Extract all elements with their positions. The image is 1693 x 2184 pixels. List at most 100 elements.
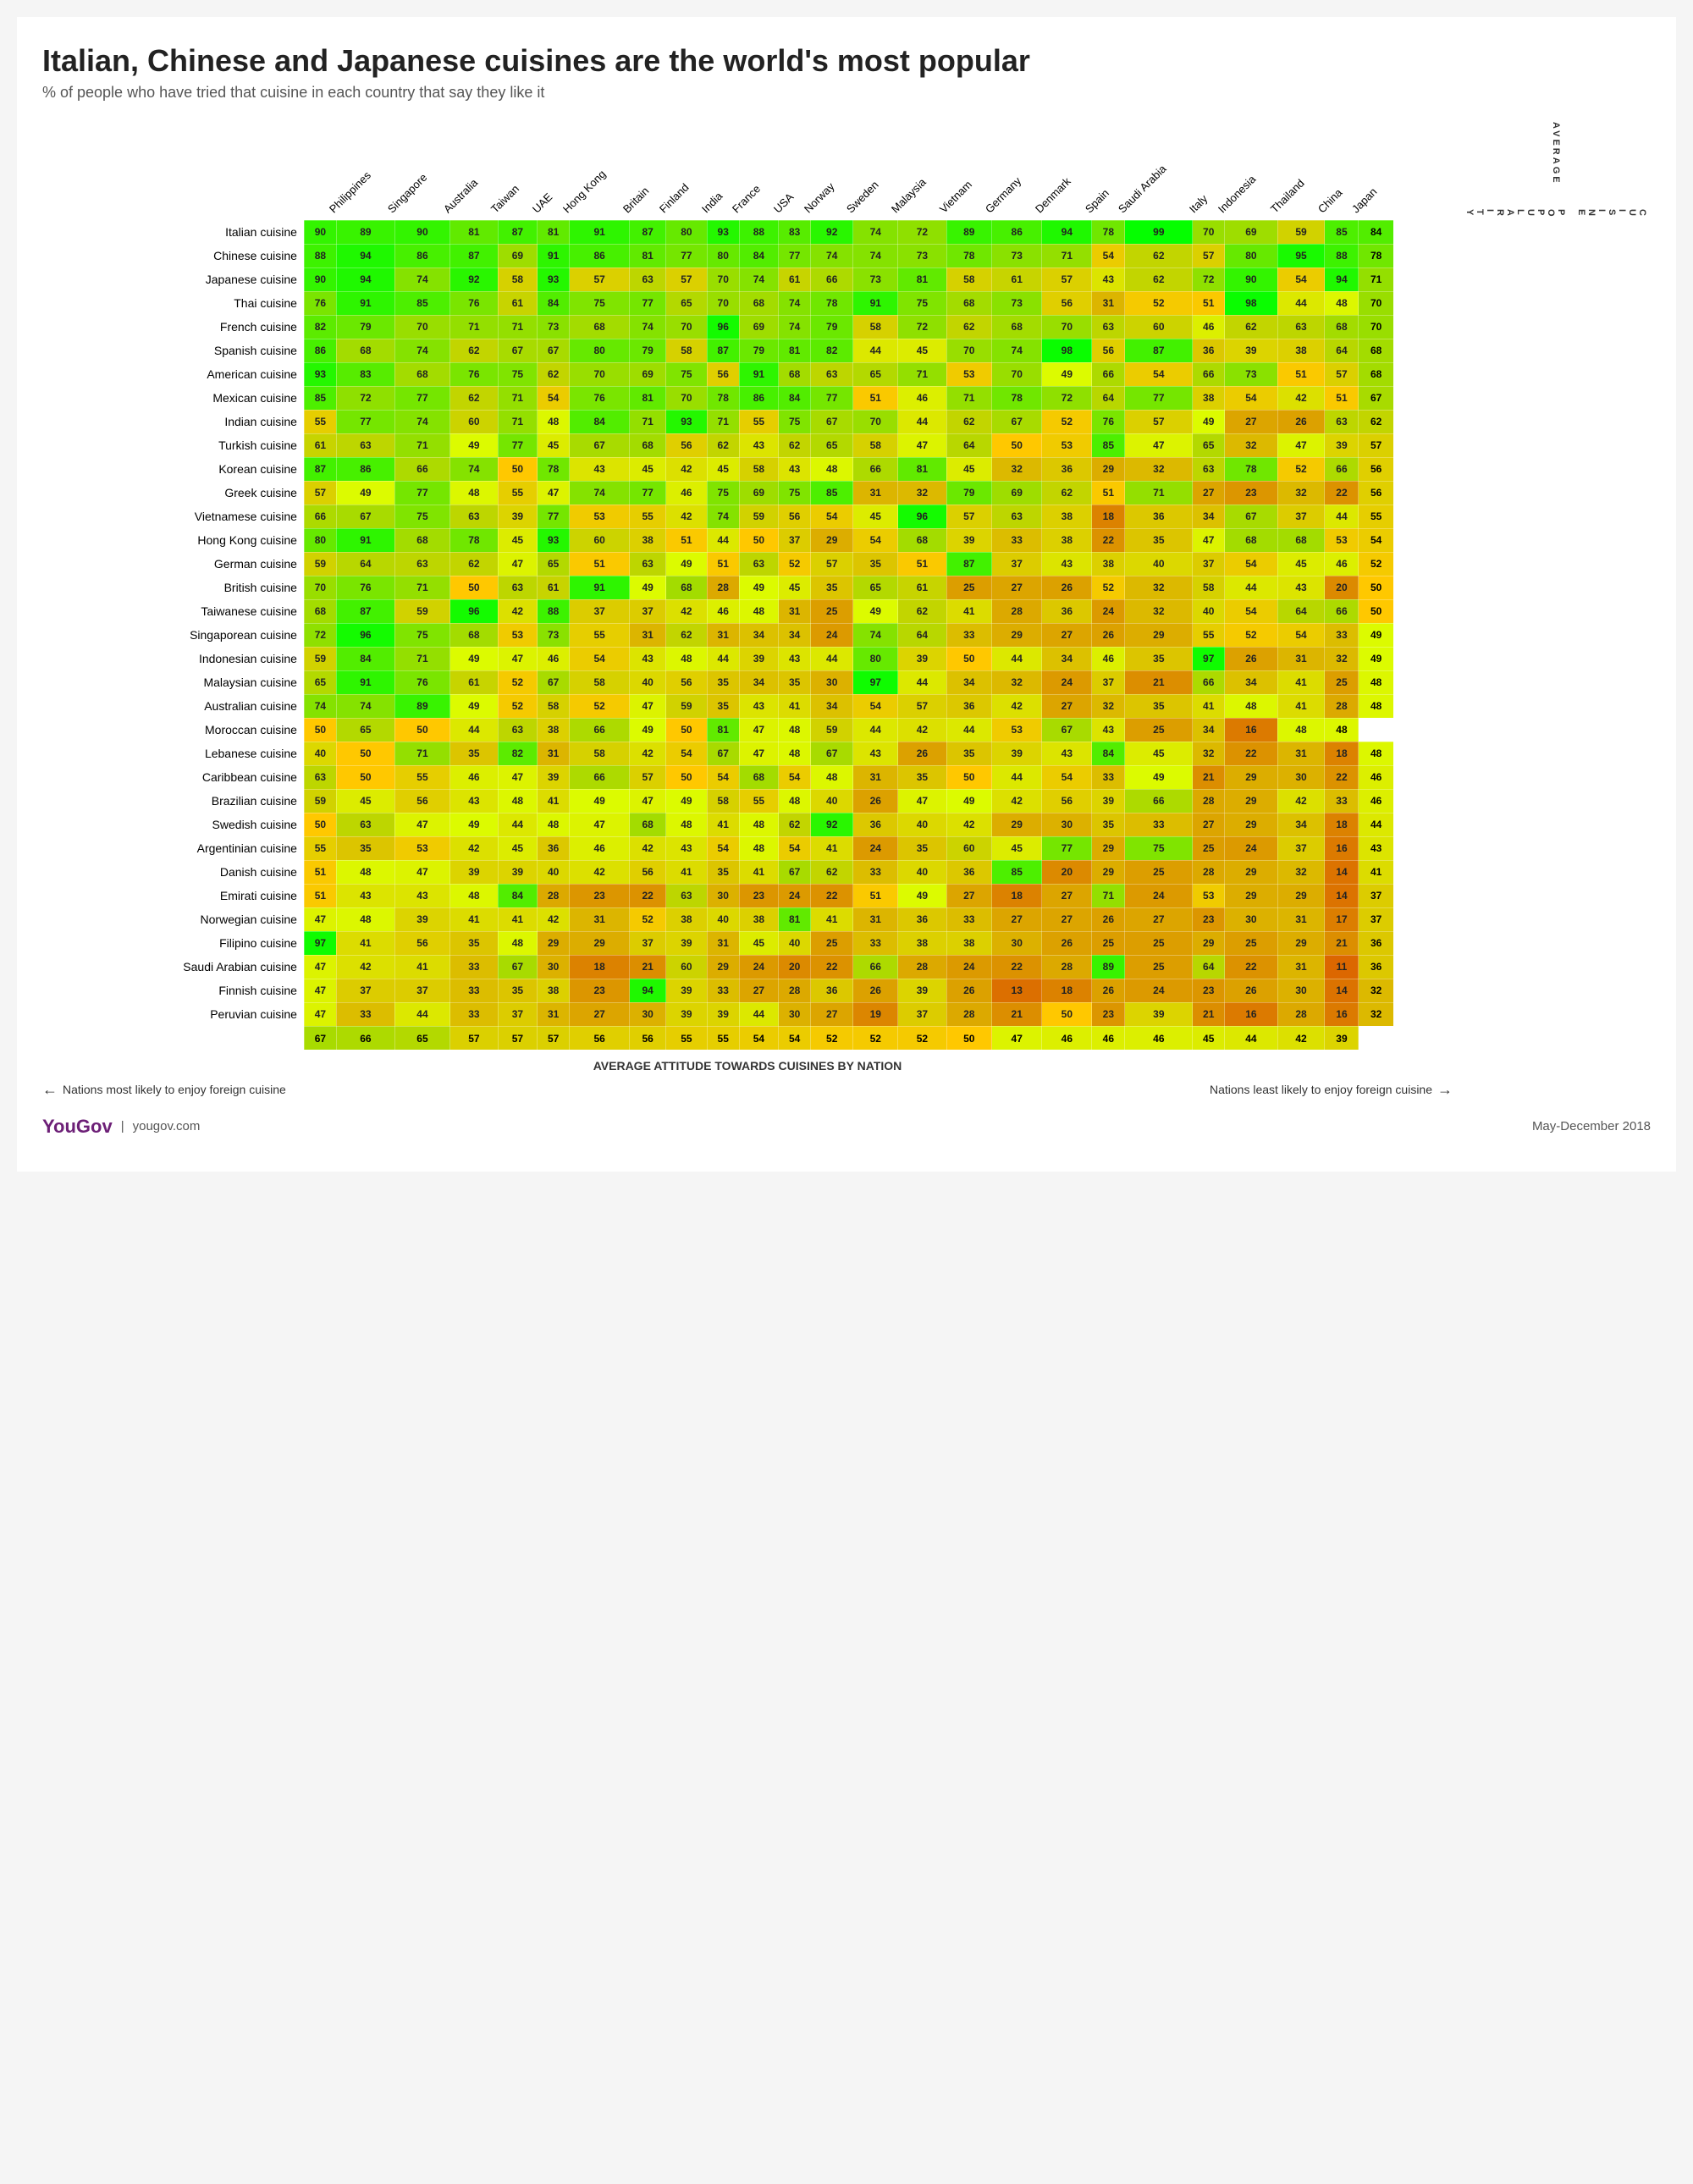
data-cell: 28	[1193, 860, 1225, 884]
data-cell: 26	[853, 789, 898, 813]
data-cell: 62	[1225, 315, 1277, 339]
data-cell: 47	[394, 860, 449, 884]
data-cell: 58	[570, 742, 630, 765]
data-cell: 36	[853, 813, 898, 836]
data-cell: 91	[570, 576, 630, 599]
yougov-url: yougov.com	[133, 1119, 201, 1133]
data-cell: 66	[1092, 362, 1125, 386]
data-cell: 53	[498, 623, 537, 647]
data-cell: 76	[450, 291, 499, 315]
data-cell: 23	[570, 979, 630, 1002]
footer-cell: 46	[1092, 1026, 1125, 1050]
data-cell: 44	[1225, 576, 1277, 599]
data-cell: 25	[946, 576, 991, 599]
data-cell: 74	[394, 410, 449, 433]
data-cell: 70	[304, 576, 336, 599]
data-cell: 78	[992, 386, 1042, 410]
data-cell: 98	[1042, 339, 1092, 362]
row-label: Italian cuisine	[42, 220, 304, 244]
data-cell: 38	[898, 931, 946, 955]
data-cell: 49	[336, 481, 394, 505]
data-cell: 44	[898, 410, 946, 433]
legend-left: Nations most likely to enjoy foreign cui…	[42, 1081, 286, 1099]
data-cell: 42	[1277, 386, 1325, 410]
data-cell: 96	[336, 623, 394, 647]
data-cell: 71	[630, 410, 666, 433]
data-cell: 73	[538, 315, 570, 339]
data-cell: 74	[450, 457, 499, 481]
avg-cell: 50	[1359, 599, 1393, 623]
data-cell: 48	[739, 599, 778, 623]
data-cell: 96	[898, 505, 946, 528]
data-cell: 77	[811, 386, 853, 410]
data-cell: 44	[1325, 505, 1359, 528]
data-cell: 39	[498, 505, 537, 528]
data-cell: 86	[739, 386, 778, 410]
data-cell: 54	[707, 765, 739, 789]
data-cell: 92	[811, 220, 853, 244]
data-cell: 54	[1225, 386, 1277, 410]
data-cell: 72	[898, 220, 946, 244]
data-cell: 41	[739, 860, 778, 884]
data-cell: 37	[1277, 505, 1325, 528]
data-cell: 70	[992, 362, 1042, 386]
data-cell: 54	[1042, 765, 1092, 789]
data-cell: 72	[336, 386, 394, 410]
data-cell: 51	[304, 884, 336, 907]
table-row: Australian cuisine7474894952585247593543…	[42, 694, 1453, 718]
data-cell: 25	[1225, 931, 1277, 955]
data-cell: 34	[1193, 718, 1225, 742]
data-cell: 43	[394, 884, 449, 907]
data-cell: 39	[538, 765, 570, 789]
data-cell: 89	[1092, 955, 1125, 979]
data-cell: 61	[450, 670, 499, 694]
data-cell: 96	[450, 599, 499, 623]
row-label: Taiwanese cuisine	[42, 599, 304, 623]
data-cell: 70	[666, 315, 708, 339]
data-cell: 38	[1193, 386, 1225, 410]
data-cell: 65	[853, 362, 898, 386]
data-cell: 53	[1042, 433, 1092, 457]
data-cell: 33	[853, 931, 898, 955]
data-cell: 50	[450, 576, 499, 599]
table-row: Spanish cuisine8668746267678079588779818…	[42, 339, 1453, 362]
table-row: Swedish cuisine5063474944484768484148629…	[42, 813, 1453, 836]
data-cell: 44	[853, 339, 898, 362]
data-cell: 77	[1125, 386, 1193, 410]
data-cell: 24	[946, 955, 991, 979]
data-cell: 51	[707, 552, 739, 576]
data-cell: 79	[946, 481, 991, 505]
data-cell: 84	[336, 647, 394, 670]
footer-cell: 66	[336, 1026, 394, 1050]
data-cell: 97	[304, 931, 336, 955]
data-cell: 39	[450, 860, 499, 884]
row-label: French cuisine	[42, 315, 304, 339]
data-cell: 81	[779, 339, 811, 362]
data-cell: 51	[304, 860, 336, 884]
data-cell: 26	[853, 979, 898, 1002]
data-cell: 45	[898, 339, 946, 362]
data-cell: 52	[630, 907, 666, 931]
data-cell: 81	[450, 220, 499, 244]
data-cell: 30	[538, 955, 570, 979]
data-cell: 57	[811, 552, 853, 576]
data-cell: 24	[811, 623, 853, 647]
data-cell: 48	[336, 907, 394, 931]
data-cell: 71	[394, 576, 449, 599]
data-cell: 44	[992, 765, 1042, 789]
data-cell: 47	[304, 907, 336, 931]
data-cell: 61	[498, 291, 537, 315]
data-cell: 33	[450, 979, 499, 1002]
row-label: Vietnamese cuisine	[42, 505, 304, 528]
avg-cell: 52	[1359, 552, 1393, 576]
data-cell: 63	[498, 718, 537, 742]
data-cell: 27	[1042, 907, 1092, 931]
data-cell: 29	[1092, 836, 1125, 860]
data-cell: 51	[853, 884, 898, 907]
data-cell: 27	[1125, 907, 1193, 931]
data-cell: 58	[498, 267, 537, 291]
data-cell: 37	[779, 528, 811, 552]
data-cell: 74	[336, 694, 394, 718]
data-cell: 77	[394, 386, 449, 410]
data-cell: 54	[1277, 267, 1325, 291]
